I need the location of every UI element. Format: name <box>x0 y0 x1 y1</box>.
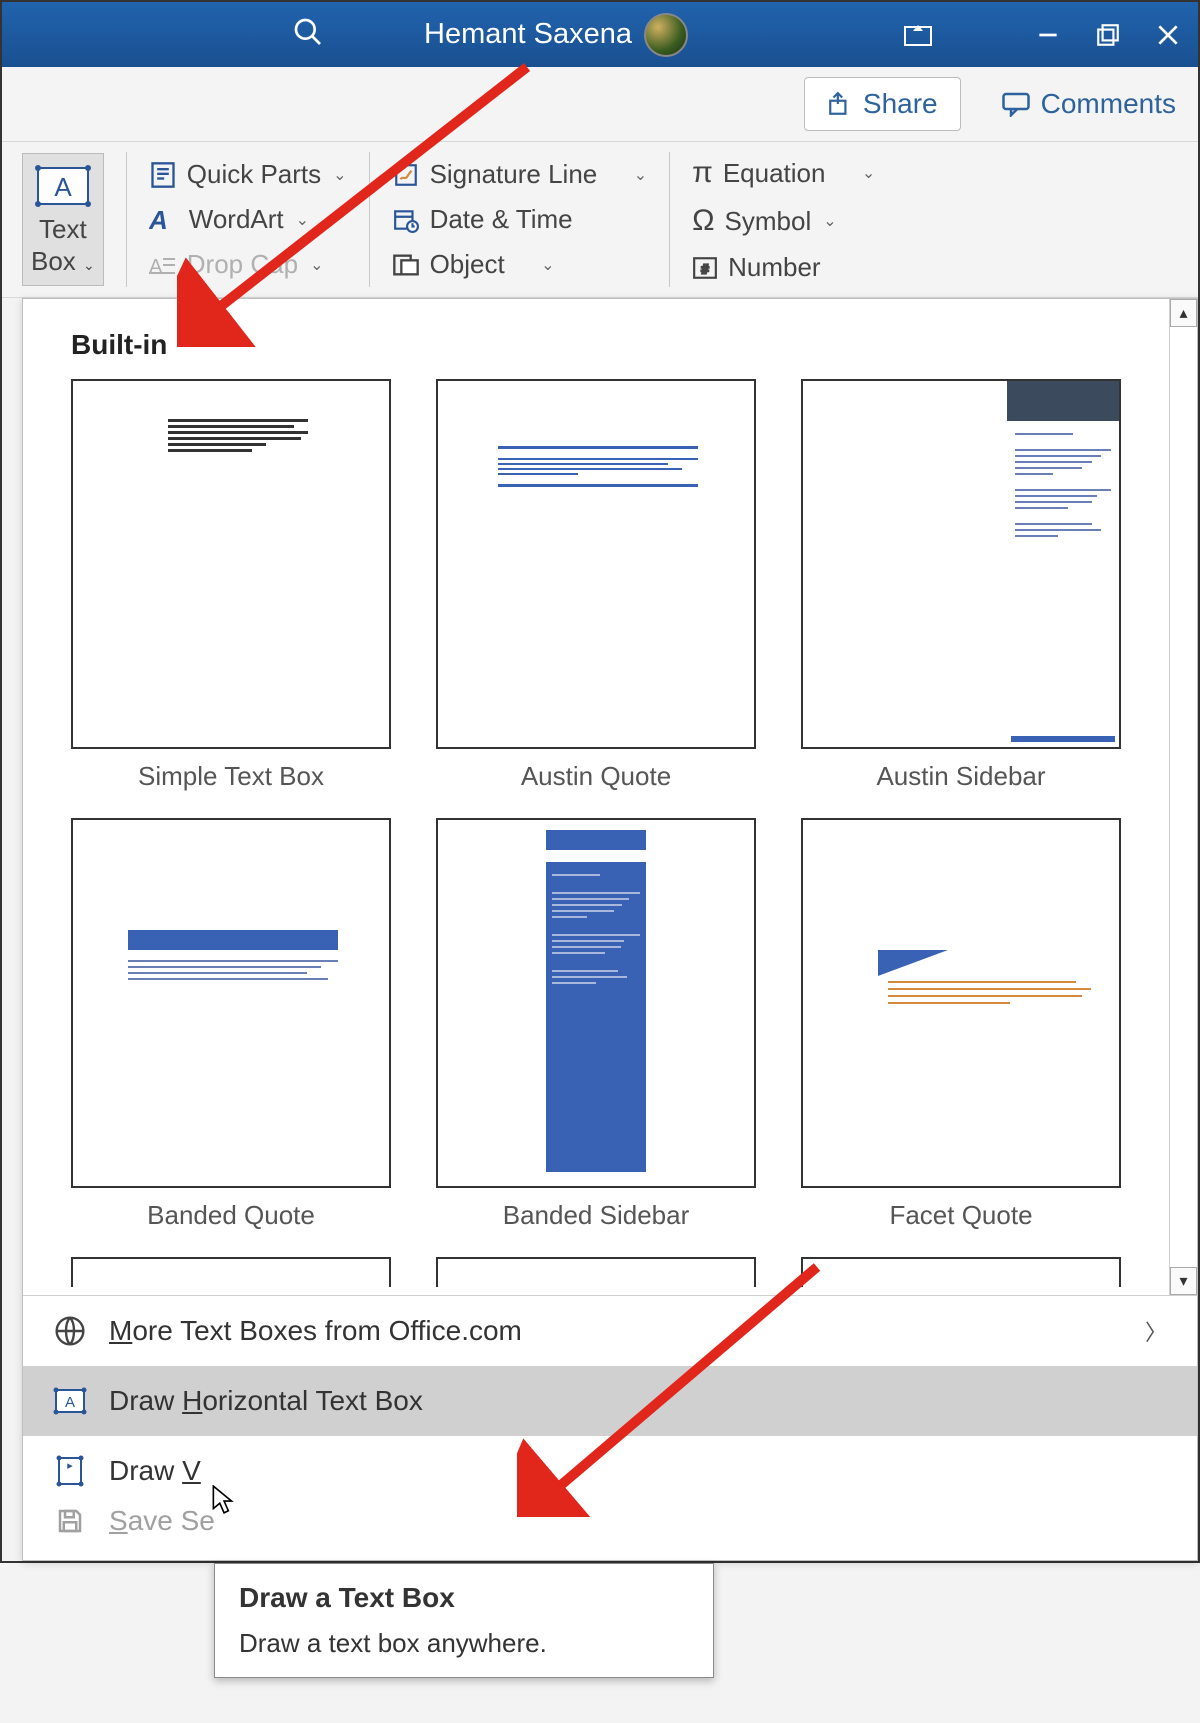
gallery-item-austin-sidebar[interactable]: Austin Sidebar <box>801 379 1121 810</box>
share-label: Share <box>863 88 938 120</box>
share-button[interactable]: Share <box>804 77 961 131</box>
scroll-up-icon[interactable]: ▴ <box>1170 299 1197 327</box>
svg-text:A: A <box>149 207 168 233</box>
gallery-item-banded-quote[interactable]: Banded Quote <box>71 818 391 1249</box>
save-icon <box>53 1504 87 1538</box>
gallery-item-simple-text-box[interactable]: Simple Text Box <box>71 379 391 810</box>
svg-text:A: A <box>54 172 72 202</box>
tooltip: Draw a Text Box Draw a text box anywhere… <box>214 1563 714 1678</box>
svg-text:▸: ▸ <box>67 1460 73 1472</box>
omega-icon: Ω <box>692 204 714 238</box>
more-text-boxes-item[interactable]: More Text Boxes from Office.com 〉 <box>23 1296 1197 1366</box>
gallery-section-header: Built-in <box>71 329 1139 361</box>
draw-vertical-text-box-item[interactable]: ▸ Draw V <box>23 1436 1197 1498</box>
chevron-right-icon: 〉 <box>1145 1315 1167 1347</box>
user-avatar[interactable] <box>644 13 688 57</box>
svg-text:#: # <box>701 261 709 276</box>
restore-button[interactable] <box>1078 2 1138 67</box>
draw-horizontal-text-box-item[interactable]: A Draw Horizontal Text Box <box>23 1366 1197 1436</box>
gallery-scrollbar[interactable]: ▴ ▾ <box>1169 299 1197 1295</box>
gallery-item-austin-quote[interactable]: Austin Quote <box>436 379 756 810</box>
ribbon: A TextBox ⌄ Quick Parts⌄ A WordArt⌄ A Dr… <box>2 142 1198 298</box>
vertical-text-box-icon: ▸ <box>53 1454 87 1488</box>
wordart-button[interactable]: A WordArt⌄ <box>149 200 347 239</box>
tooltip-body: Draw a text box anywhere. <box>239 1628 689 1659</box>
window-titlebar: Hemant Saxena <box>2 2 1198 67</box>
share-bar: Share Comments <box>2 67 1198 142</box>
search-icon[interactable] <box>292 16 324 53</box>
drop-cap-button: A Drop Cap⌄ <box>149 245 347 284</box>
symbol-button[interactable]: Ω Symbol⌄ <box>692 200 875 242</box>
tooltip-title: Draw a Text Box <box>239 1582 689 1614</box>
text-box-button[interactable]: A TextBox ⌄ <box>22 153 104 285</box>
close-button[interactable] <box>1138 2 1198 67</box>
svg-text:A: A <box>65 1394 75 1411</box>
gallery-item-banded-sidebar[interactable]: Banded Sidebar <box>436 818 756 1249</box>
equation-button[interactable]: π Equation ⌄ <box>692 152 875 194</box>
textbox-gallery: Built-in Simple Text Box <box>22 298 1198 1561</box>
text-box-icon: A <box>53 1384 87 1418</box>
ribbon-display-options[interactable] <box>888 2 948 67</box>
date-time-button[interactable]: Date & Time <box>392 200 648 239</box>
globe-icon <box>53 1314 87 1348</box>
user-name: Hemant Saxena <box>424 18 632 51</box>
quick-parts-button[interactable]: Quick Parts⌄ <box>149 155 347 194</box>
save-selection-item: Save Se <box>23 1498 1197 1560</box>
gallery-item-facet-quote[interactable]: Facet Quote <box>801 818 1121 1249</box>
comments-label: Comments <box>1041 88 1176 120</box>
object-button[interactable]: Object ⌄ <box>392 245 648 284</box>
signature-line-button[interactable]: Signature Line ⌄ <box>392 155 648 194</box>
comments-button[interactable]: Comments <box>979 74 1198 134</box>
number-button[interactable]: # Number <box>692 248 875 287</box>
minimize-button[interactable] <box>1018 2 1078 67</box>
scroll-down-icon[interactable]: ▾ <box>1170 1267 1197 1295</box>
pi-icon: π <box>692 156 713 190</box>
